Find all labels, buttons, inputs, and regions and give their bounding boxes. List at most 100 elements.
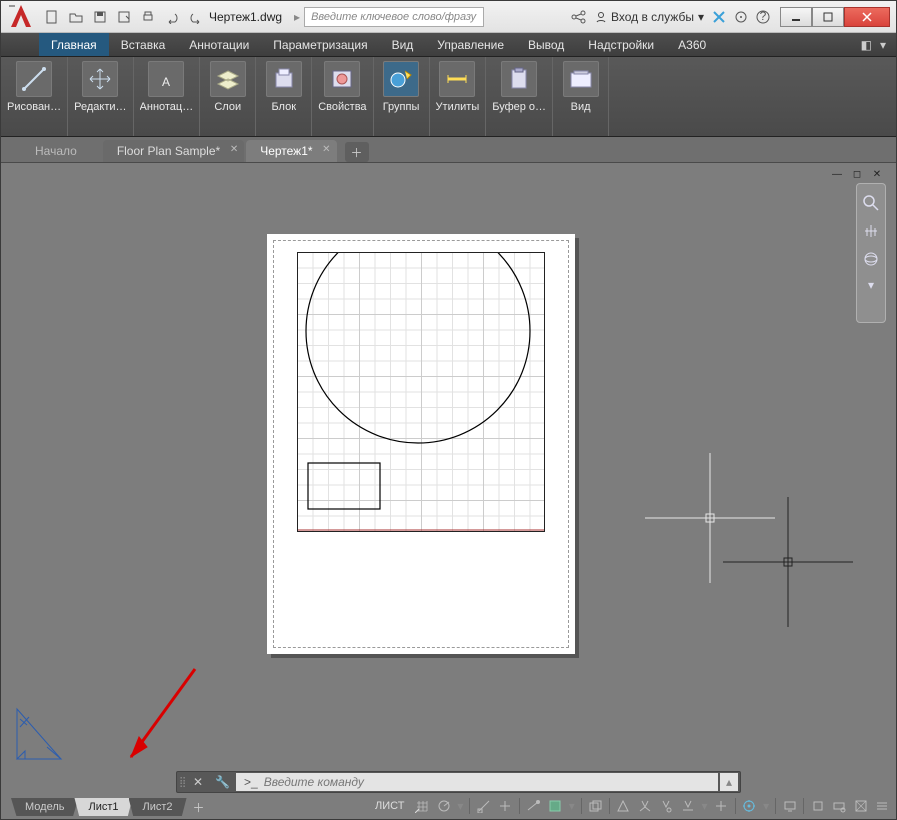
orbit-icon[interactable] xyxy=(862,250,880,268)
customize-icon[interactable]: 🔧 xyxy=(209,775,236,789)
panel-modify[interactable]: Редакти… xyxy=(68,57,133,136)
layout-tab-add[interactable]: ＋ xyxy=(189,799,209,816)
help-icon[interactable]: ? xyxy=(756,10,770,24)
file-tab-new[interactable]: ＋ xyxy=(345,142,369,162)
close-icon[interactable]: ✕ xyxy=(187,775,209,789)
space-button[interactable]: ЛИСТ xyxy=(371,800,408,812)
status-bar: ЛИСТ ▾ ▾ ▾ ▾ xyxy=(371,795,890,817)
save-icon[interactable] xyxy=(89,6,111,28)
ucs-icon[interactable] xyxy=(11,703,71,765)
layout-tab-sheet2[interactable]: Лист2 xyxy=(129,798,187,816)
document-controls: — ◻ ✕ xyxy=(830,167,884,181)
svg-text:A: A xyxy=(162,75,170,89)
close-icon[interactable]: ✕ xyxy=(322,144,330,155)
layout-tab-sheet1[interactable]: Лист1 xyxy=(74,798,132,816)
drawing-area[interactable]: — ◻ ✕ ▾ xyxy=(7,163,890,771)
exchange-icon[interactable] xyxy=(712,10,726,24)
lineweight-icon[interactable] xyxy=(526,796,541,816)
layout-tab-model[interactable]: Модель xyxy=(11,798,78,816)
menu-tab-output[interactable]: Вывод xyxy=(516,33,576,56)
panel-draw[interactable]: Рисован… xyxy=(1,57,68,136)
ribbon: Рисован… Редакти… AАннотац… Слои Блок Св… xyxy=(1,57,896,137)
customize-status-icon[interactable] xyxy=(874,796,889,816)
menu-tab-annotate[interactable]: Аннотации xyxy=(177,33,261,56)
menu-tab-a360[interactable]: A360 xyxy=(666,33,718,56)
text-icon: A xyxy=(148,61,184,97)
app-icon[interactable] xyxy=(7,3,35,31)
minimize-button[interactable] xyxy=(780,7,812,27)
polar-icon[interactable] xyxy=(436,796,451,816)
close-icon[interactable]: ✕ xyxy=(230,144,238,155)
panel-block[interactable]: Блок xyxy=(256,57,312,136)
doc-close-icon[interactable]: ✕ xyxy=(870,167,884,181)
pan-icon[interactable] xyxy=(862,222,880,240)
grip-icon[interactable]: ⣿ xyxy=(177,777,187,788)
new-icon[interactable] xyxy=(41,6,63,28)
command-input[interactable]: >_ Введите команду xyxy=(236,773,718,791)
saveas-icon[interactable] xyxy=(113,6,135,28)
navigation-bar[interactable]: ▾ xyxy=(856,183,886,323)
viewport[interactable] xyxy=(297,252,545,532)
menu-tab-insert[interactable]: Вставка xyxy=(109,33,178,56)
undo-icon[interactable] xyxy=(161,6,183,28)
selection-cycling-icon[interactable] xyxy=(587,796,602,816)
panel-layers[interactable]: Слои xyxy=(200,57,256,136)
block-icon xyxy=(266,61,302,97)
otrack-icon[interactable] xyxy=(498,796,513,816)
measure-icon xyxy=(439,61,475,97)
close-button[interactable] xyxy=(844,7,890,27)
menu-tab-parametric[interactable]: Параметризация xyxy=(261,33,379,56)
crosshair-cursor-dark xyxy=(723,497,853,627)
menu-tab-manage[interactable]: Управление xyxy=(425,33,516,56)
nav-expand-icon[interactable]: ▾ xyxy=(868,278,874,292)
snap-to-grid-icon[interactable] xyxy=(414,796,429,816)
sign-in-label: Вход в службы xyxy=(611,10,694,24)
a360-icon[interactable] xyxy=(734,10,748,24)
doc-maximize-icon[interactable]: ◻ xyxy=(850,167,864,181)
apps-icon[interactable]: ◧ xyxy=(861,38,872,52)
panel-groups[interactable]: Группы xyxy=(374,57,430,136)
print-icon[interactable] xyxy=(137,6,159,28)
menu-tab-view[interactable]: Вид xyxy=(380,33,426,56)
add-scale-icon[interactable] xyxy=(714,796,729,816)
menu-tab-home[interactable]: Главная xyxy=(39,33,109,56)
file-tab-active[interactable]: Чертеж1*✕ xyxy=(246,140,336,162)
panel-annotation[interactable]: AАннотац… xyxy=(134,57,201,136)
scale-icon[interactable] xyxy=(680,796,695,816)
command-line[interactable]: ⣿ ✕ 🔧 >_ Введите команду ▴ xyxy=(176,771,741,793)
sign-in-button[interactable]: Вход в службы▾ xyxy=(595,10,704,24)
panel-view[interactable]: Вид xyxy=(553,57,609,136)
annotation-monitor-icon[interactable] xyxy=(782,796,797,816)
layout-tabs: Модель Лист1 Лист2 ＋ xyxy=(11,798,209,816)
history-icon[interactable]: ▴ xyxy=(720,773,738,791)
panel-clipboard[interactable]: Буфер о… xyxy=(486,57,553,136)
layers-icon xyxy=(210,61,246,97)
command-placeholder: Введите команду xyxy=(264,775,364,789)
zoom-icon[interactable] xyxy=(862,194,880,212)
panel-properties[interactable]: Свойства xyxy=(312,57,373,136)
title-bar: Чертеж1.dwg ▸ Введите ключевое слово/фра… xyxy=(1,1,896,33)
share-icon[interactable] xyxy=(571,10,587,24)
annoscale-icon[interactable] xyxy=(616,796,631,816)
panel-utilities[interactable]: Утилиты xyxy=(430,57,487,136)
search-input[interactable]: Введите ключевое слово/фразу xyxy=(304,7,484,27)
file-tab-start[interactable]: Начало xyxy=(21,140,101,162)
workspace-icon[interactable] xyxy=(742,796,757,816)
doc-minimize-icon[interactable]: — xyxy=(830,167,844,181)
file-tabs: Начало Floor Plan Sample*✕ Чертеж1*✕ ＋ xyxy=(1,137,896,163)
isolate-icon[interactable] xyxy=(810,796,825,816)
clipboard-icon xyxy=(501,61,537,97)
menu-bar: Главная Вставка Аннотации Параметризация… xyxy=(1,33,896,57)
autoscale-icon[interactable] xyxy=(659,796,674,816)
osnap-icon[interactable] xyxy=(476,796,491,816)
open-icon[interactable] xyxy=(65,6,87,28)
file-tab-sample[interactable]: Floor Plan Sample*✕ xyxy=(103,140,244,162)
maximize-button[interactable] xyxy=(812,7,844,27)
hardware-accel-icon[interactable] xyxy=(832,796,847,816)
ribbon-minimize-icon[interactable]: ▾ xyxy=(880,38,886,52)
clean-screen-icon[interactable] xyxy=(853,796,868,816)
menu-tab-addins[interactable]: Надстройки xyxy=(576,33,666,56)
layout-paper xyxy=(267,234,575,654)
annovis-icon[interactable] xyxy=(637,796,652,816)
transparency-icon[interactable] xyxy=(547,796,562,816)
